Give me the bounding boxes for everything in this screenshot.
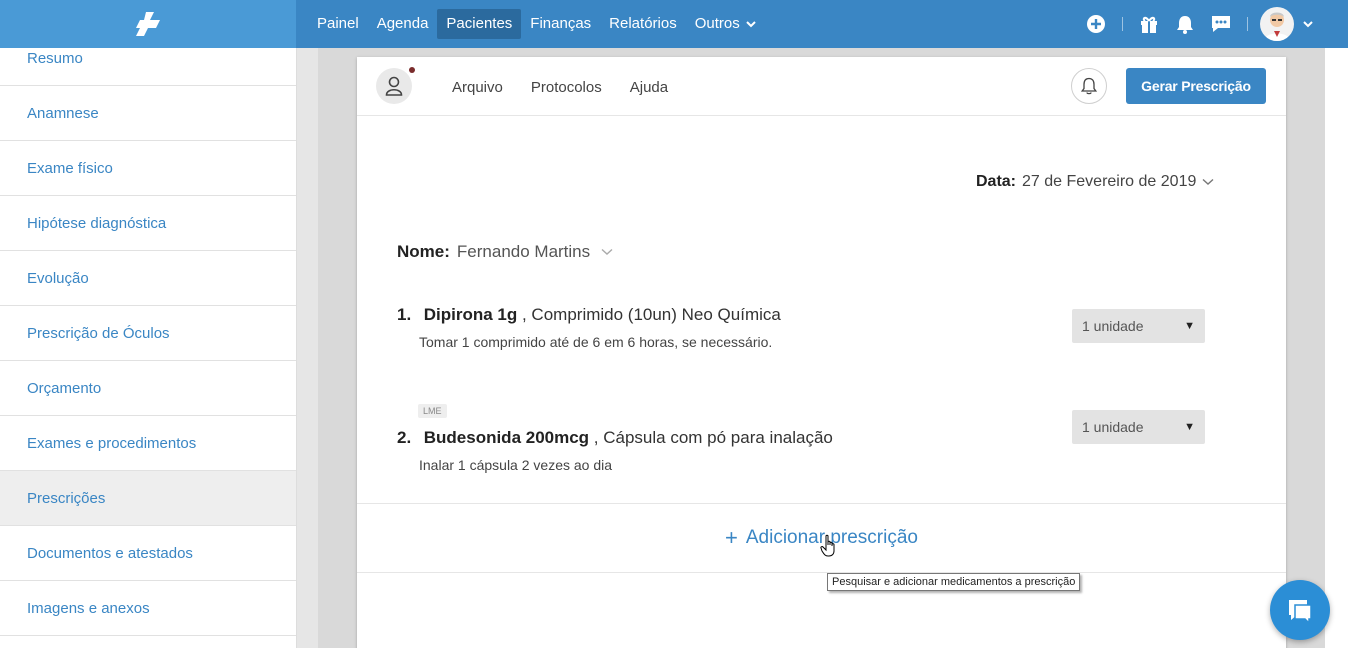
sidebar-item-prescricoes[interactable]: Prescrições	[0, 471, 296, 526]
document-notifications-button[interactable]	[1071, 68, 1107, 104]
chevron-down-icon	[1202, 178, 1214, 185]
document-header: Arquivo Protocolos Ajuda Gerar Prescriçã…	[357, 57, 1286, 116]
top-bar: Painel Agenda Pacientes Finanças Relatór…	[0, 0, 1348, 48]
status-dot	[409, 67, 415, 73]
divider	[1247, 17, 1248, 31]
bell-icon	[1081, 77, 1097, 95]
nav-agenda[interactable]: Agenda	[368, 9, 438, 39]
main-nav: Painel Agenda Pacientes Finanças Relatór…	[308, 9, 765, 39]
chevron-down-icon	[1303, 21, 1313, 28]
nav-pacientes[interactable]: Pacientes	[437, 9, 522, 39]
add-button[interactable]	[1082, 10, 1110, 38]
nav-painel[interactable]: Painel	[308, 9, 368, 39]
account-menu-toggle[interactable]	[1298, 10, 1318, 38]
patient-sidebar: Resumo Anamnese Exame físico Hipótese di…	[0, 48, 297, 648]
quantity-value: 1 unidade	[1082, 318, 1144, 334]
patient-name-selector[interactable]: Nome: Fernando Martins	[397, 242, 613, 262]
sidebar-item-documentos[interactable]: Documentos e atestados	[0, 526, 296, 581]
sidebar-item-oculos[interactable]: Prescrição de Óculos	[0, 306, 296, 361]
prescription-drug: Budesonida 200mcg	[423, 428, 590, 447]
quantity-select[interactable]: 1 unidade ▼	[1072, 309, 1205, 343]
gift-button[interactable]	[1135, 10, 1163, 38]
bell-icon	[1177, 16, 1193, 34]
dropdown-arrow-icon: ▼	[1184, 320, 1195, 332]
menu-protocolos[interactable]: Protocolos	[531, 79, 602, 96]
top-icons	[1082, 0, 1318, 48]
generate-prescription-button[interactable]: Gerar Prescrição	[1126, 68, 1266, 104]
lme-badge: LME	[418, 404, 447, 418]
plus-icon: +	[725, 525, 738, 550]
add-prescription-tooltip: Pesquisar e adicionar medicamentos a pre…	[827, 573, 1081, 591]
sidebar-item-exames[interactable]: Exames e procedimentos	[0, 416, 296, 471]
date-value: 27 de Fevereiro de 2019	[1022, 173, 1197, 190]
document-menu: Arquivo Protocolos Ajuda	[452, 79, 668, 96]
sidebar-item-exame-fisico[interactable]: Exame físico	[0, 141, 296, 196]
messages-button[interactable]	[1207, 10, 1235, 38]
sidebar-item-imagens[interactable]: Imagens e anexos	[0, 581, 296, 636]
logo-icon	[136, 12, 160, 36]
sidebar-item-orcamento[interactable]: Orçamento	[0, 361, 296, 416]
sidebar-item-hipotese[interactable]: Hipótese diagnóstica	[0, 196, 296, 251]
right-strip	[1325, 48, 1348, 648]
app-logo[interactable]	[0, 0, 296, 48]
avatar[interactable]	[1260, 7, 1294, 41]
sidebar-item-resumo[interactable]: Resumo	[0, 48, 296, 86]
dropdown-arrow-icon: ▼	[1184, 421, 1195, 433]
date-label: Data:	[976, 173, 1017, 190]
prescription-detail: , Comprimido (10un) Neo Química	[521, 305, 781, 324]
quantity-select[interactable]: 1 unidade ▼	[1072, 410, 1205, 444]
hand-cursor-icon	[820, 534, 838, 563]
prescription-detail: , Cápsula com pó para inalação	[593, 428, 833, 447]
nav-outros[interactable]: Outros	[686, 9, 765, 39]
nav-relatorios[interactable]: Relatórios	[600, 9, 686, 39]
name-value: Fernando Martins	[456, 242, 591, 261]
prescription-instructions: Inalar 1 cápsula 2 vezes ao dia	[419, 457, 613, 473]
chevron-down-icon	[601, 248, 613, 255]
chevron-down-icon	[746, 21, 756, 28]
chat-icon	[1212, 16, 1230, 32]
prescription-drug: Dipirona 1g	[423, 305, 518, 324]
chat-bubble-icon	[1289, 600, 1312, 625]
nav-financas[interactable]: Finanças	[521, 9, 600, 39]
notifications-button[interactable]	[1171, 10, 1199, 38]
patient-avatar[interactable]	[376, 68, 412, 104]
name-label: Nome:	[397, 242, 450, 261]
quantity-value: 1 unidade	[1082, 419, 1144, 435]
support-chat-button[interactable]	[1270, 580, 1330, 640]
sidebar-item-evolucao[interactable]: Evolução	[0, 251, 296, 306]
user-icon	[385, 76, 403, 96]
date-selector[interactable]: Data: 27 de Fevereiro de 2019	[976, 173, 1214, 191]
prescription-number: 2.	[397, 428, 412, 447]
gift-icon	[1141, 16, 1157, 33]
user-avatar-icon	[1264, 12, 1290, 41]
divider	[1122, 17, 1123, 31]
plus-circle-icon	[1087, 15, 1105, 33]
prescription-number: 1.	[397, 305, 412, 324]
sidebar-item-anamnese[interactable]: Anamnese	[0, 86, 296, 141]
menu-arquivo[interactable]: Arquivo	[452, 79, 503, 96]
menu-ajuda[interactable]: Ajuda	[630, 79, 668, 96]
